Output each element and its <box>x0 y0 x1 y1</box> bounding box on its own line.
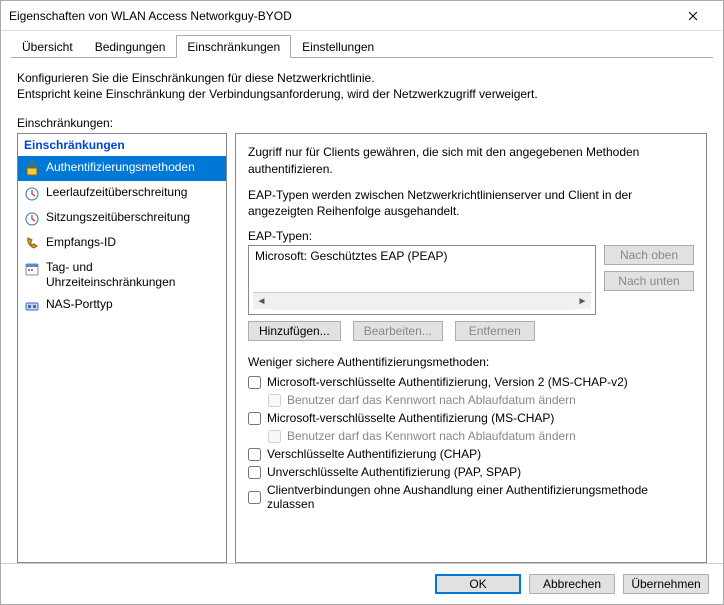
tab-strip: Übersicht Bedingungen Einschränkungen Ei… <box>1 31 723 58</box>
panes: Einschränkungen Authentifizierungsmethod… <box>17 133 707 563</box>
check-no-negotiate[interactable]: Clientverbindungen ohne Aushandlung eine… <box>248 483 694 511</box>
check-mschap-box[interactable] <box>248 412 261 425</box>
constraint-item-session[interactable]: Sitzungszeitüberschreitung <box>18 206 226 231</box>
eap-button-row: Hinzufügen... Bearbeiten... Entfernen <box>248 321 596 341</box>
eap-row: Microsoft: Geschütztes EAP (PEAP) ◄ ► Hi… <box>248 245 694 341</box>
check-label: Benutzer darf das Kennwort nach Ablaufda… <box>287 393 576 407</box>
check-label: Microsoft-verschlüsselte Authentifizieru… <box>267 411 554 425</box>
check-pap[interactable]: Unverschlüsselte Authentifizierung (PAP,… <box>248 465 694 479</box>
eap-type-item[interactable]: Microsoft: Geschütztes EAP (PEAP) <box>253 248 591 264</box>
clock-session-icon <box>24 211 40 227</box>
check-label: Unverschlüsselte Authentifizierung (PAP,… <box>267 465 521 479</box>
cancel-button[interactable]: Abbrechen <box>529 574 615 594</box>
lock-icon <box>24 161 40 177</box>
intro-line1: Konfigurieren Sie die Einschränkungen fü… <box>17 70 707 86</box>
eap-right: Nach oben Nach unten <box>604 245 694 341</box>
constraint-item-idle[interactable]: Leerlaufzeitüberschreitung <box>18 181 226 206</box>
eap-types-listbox[interactable]: Microsoft: Geschütztes EAP (PEAP) ◄ ► <box>248 245 596 315</box>
remove-button[interactable]: Entfernen <box>455 321 535 341</box>
check-mschapv2-expire: Benutzer darf das Kennwort nach Ablaufda… <box>268 393 694 407</box>
titlebar: Eigenschaften von WLAN Access Networkguy… <box>1 1 723 31</box>
add-button[interactable]: Hinzufügen... <box>248 321 341 341</box>
tab-einstellungen[interactable]: Einstellungen <box>291 35 385 58</box>
constraints-caption: Einschränkungen: <box>17 116 707 130</box>
detail-pane: Zugriff nur für Clients gewähren, die si… <box>235 133 707 563</box>
constraint-item-auth[interactable]: Authentifizierungsmethoden <box>18 156 226 181</box>
detail-text-1: Zugriff nur für Clients gewähren, die si… <box>248 144 694 176</box>
detail-text-2: EAP-Typen werden zwischen Netzwerkrichtl… <box>248 187 694 219</box>
eap-horizontal-scrollbar[interactable]: ◄ ► <box>253 292 591 309</box>
close-button[interactable] <box>670 2 715 30</box>
close-icon <box>688 11 698 21</box>
constraint-label: Empfangs-ID <box>46 235 116 249</box>
constraint-label: NAS-Porttyp <box>46 297 113 311</box>
eap-left: Microsoft: Geschütztes EAP (PEAP) ◄ ► Hi… <box>248 245 596 341</box>
check-label: Benutzer darf das Kennwort nach Ablaufda… <box>287 429 576 443</box>
check-mschap-expire-box <box>268 430 281 443</box>
window-title: Eigenschaften von WLAN Access Networkguy… <box>9 9 670 23</box>
apply-button[interactable]: Übernehmen <box>623 574 709 594</box>
constraint-label: Authentifizierungsmethoden <box>46 160 195 174</box>
constraint-label: Tag- und Uhrzeiteinschränkungen <box>46 260 220 289</box>
check-mschapv2-expire-box <box>268 394 281 407</box>
check-chap-box[interactable] <box>248 448 261 461</box>
check-label: Clientverbindungen ohne Aushandlung eine… <box>267 483 694 511</box>
clock-idle-icon <box>24 186 40 202</box>
check-label: Verschlüsselte Authentifizierung (CHAP) <box>267 447 481 461</box>
calendar-icon <box>24 261 40 277</box>
constraints-list: Einschränkungen Authentifizierungsmethod… <box>17 133 227 563</box>
tab-einschraenkungen[interactable]: Einschränkungen <box>176 35 291 58</box>
check-mschapv2[interactable]: Microsoft-verschlüsselte Authentifizieru… <box>248 375 694 389</box>
edit-button[interactable]: Bearbeiten... <box>353 321 443 341</box>
check-mschapv2-box[interactable] <box>248 376 261 389</box>
eap-types-label: EAP-Typen: <box>248 229 694 243</box>
constraint-label: Sitzungszeitüberschreitung <box>46 210 190 224</box>
ok-button[interactable]: OK <box>435 574 521 594</box>
constraint-label: Leerlaufzeitüberschreitung <box>46 185 187 199</box>
check-no-negotiate-box[interactable] <box>248 491 261 504</box>
check-mschap[interactable]: Microsoft-verschlüsselte Authentifizieru… <box>248 411 694 425</box>
dialog-button-bar: OK Abbrechen Übernehmen <box>1 563 723 604</box>
dialog-window: Eigenschaften von WLAN Access Networkguy… <box>0 0 724 605</box>
intro-text: Konfigurieren Sie die Einschränkungen fü… <box>17 70 707 102</box>
check-label: Microsoft-verschlüsselte Authentifizieru… <box>267 375 628 389</box>
content-area: Konfigurieren Sie die Einschränkungen fü… <box>1 58 723 563</box>
nas-port-icon <box>24 298 40 314</box>
constraint-item-nas-port[interactable]: NAS-Porttyp <box>18 293 226 318</box>
intro-line2: Entspricht keine Einschränkung der Verbi… <box>17 86 707 102</box>
scroll-right-arrow-icon[interactable]: ► <box>574 293 591 310</box>
constraints-header: Einschränkungen <box>18 134 226 156</box>
check-chap[interactable]: Verschlüsselte Authentifizierung (CHAP) <box>248 447 694 461</box>
constraint-item-called-id[interactable]: Empfangs-ID <box>18 231 226 256</box>
constraint-item-daytime[interactable]: Tag- und Uhrzeiteinschränkungen <box>18 256 226 293</box>
scroll-left-arrow-icon[interactable]: ◄ <box>253 293 270 310</box>
check-pap-box[interactable] <box>248 466 261 479</box>
check-mschap-expire: Benutzer darf das Kennwort nach Ablaufda… <box>268 429 694 443</box>
move-up-button[interactable]: Nach oben <box>604 245 694 265</box>
phone-icon <box>24 236 40 252</box>
scroll-track[interactable] <box>270 293 574 310</box>
tab-bedingungen[interactable]: Bedingungen <box>84 35 177 58</box>
move-down-button[interactable]: Nach unten <box>604 271 694 291</box>
less-secure-label: Weniger sichere Authentifizierungsmethod… <box>248 355 694 369</box>
tab-uebersicht[interactable]: Übersicht <box>11 35 84 58</box>
